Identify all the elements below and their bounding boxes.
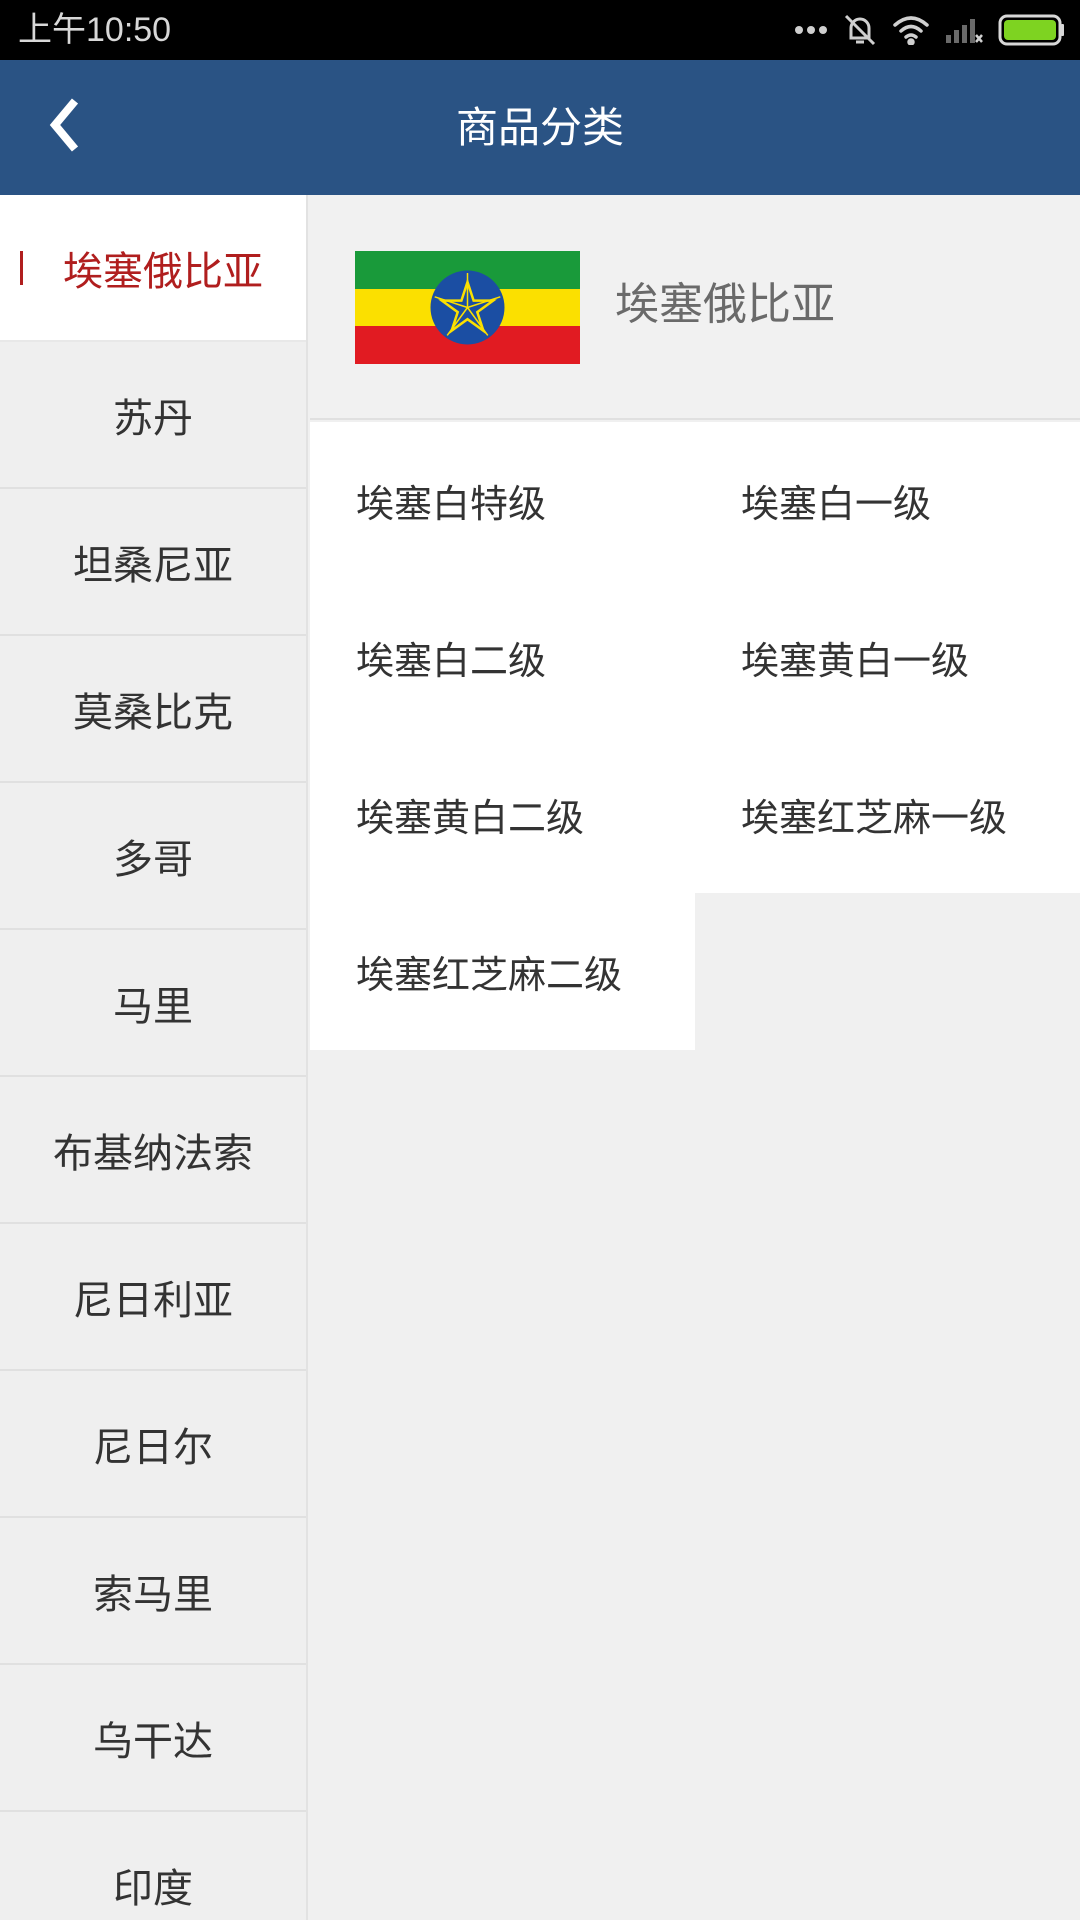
back-button[interactable] bbox=[30, 92, 100, 162]
grade-item[interactable]: 埃塞白一级 bbox=[695, 422, 1080, 579]
sidebar-item-sudan[interactable]: 苏丹 bbox=[0, 342, 306, 489]
empty-cell bbox=[695, 893, 1080, 1050]
grade-item[interactable]: 埃塞红芝麻二级 bbox=[310, 893, 695, 1050]
sidebar-item-label: 印度 bbox=[113, 1865, 193, 1912]
grade-row: 埃塞白二级 埃塞黄白一级 bbox=[310, 579, 1080, 736]
more-dots-icon bbox=[794, 25, 828, 35]
wifi-icon bbox=[892, 15, 930, 45]
status-icons bbox=[794, 10, 1066, 50]
sidebar-item-label: 马里 bbox=[113, 983, 193, 1030]
category-content: 埃塞俄比亚 埃塞白特级 埃塞白一级 埃塞白二级 埃塞黄白一级 埃塞黄白二级 埃塞… bbox=[310, 195, 1080, 1920]
sidebar-item-label: 乌干达 bbox=[93, 1718, 213, 1765]
chevron-left-icon bbox=[45, 97, 85, 157]
sidebar-item-label: 多哥 bbox=[113, 836, 193, 883]
battery-icon bbox=[998, 14, 1066, 46]
status-time: 上午10:50 bbox=[18, 11, 172, 49]
sidebar-item-ethiopia[interactable]: 埃塞俄比亚 bbox=[0, 195, 306, 342]
grade-grid: 埃塞白特级 埃塞白一级 埃塞白二级 埃塞黄白一级 埃塞黄白二级 埃塞红芝麻一级 … bbox=[310, 422, 1080, 1050]
sidebar-item-togo[interactable]: 多哥 bbox=[0, 783, 306, 930]
country-header: 埃塞俄比亚 bbox=[310, 195, 1080, 420]
notifications-off-icon bbox=[842, 12, 878, 48]
grade-item[interactable]: 埃塞白二级 bbox=[310, 579, 695, 736]
country-sidebar: 埃塞俄比亚 苏丹 坦桑尼亚 莫桑比克 多哥 马里 布基纳法索 尼日利亚 尼日尔 … bbox=[0, 195, 308, 1920]
grade-row: 埃塞红芝麻二级 bbox=[310, 893, 1080, 1050]
active-indicator bbox=[20, 251, 23, 285]
sidebar-item-niger[interactable]: 尼日尔 bbox=[0, 1371, 306, 1518]
sidebar-item-india[interactable]: 印度 bbox=[0, 1812, 306, 1920]
sidebar-item-label: 布基纳法索 bbox=[53, 1130, 253, 1177]
sidebar-item-mozambique[interactable]: 莫桑比克 bbox=[0, 636, 306, 783]
sidebar-item-mali[interactable]: 马里 bbox=[0, 930, 306, 1077]
sidebar-item-nigeria[interactable]: 尼日利亚 bbox=[0, 1224, 306, 1371]
grade-item[interactable]: 埃塞黄白二级 bbox=[310, 736, 695, 893]
ethiopia-flag-icon bbox=[355, 251, 580, 364]
page-title: 商品分类 bbox=[455, 103, 624, 152]
signal-icon bbox=[944, 15, 984, 45]
status-bar: 上午10:50 bbox=[0, 0, 1080, 60]
grade-item[interactable]: 埃塞红芝麻一级 bbox=[695, 736, 1080, 893]
sidebar-item-label: 索马里 bbox=[93, 1571, 213, 1618]
country-name: 埃塞俄比亚 bbox=[615, 279, 835, 330]
app-header: 商品分类 bbox=[0, 60, 1080, 195]
grade-item[interactable]: 埃塞白特级 bbox=[310, 422, 695, 579]
grade-item[interactable]: 埃塞黄白一级 bbox=[695, 579, 1080, 736]
sidebar-item-label: 坦桑尼亚 bbox=[73, 542, 233, 589]
sidebar-item-tanzania[interactable]: 坦桑尼亚 bbox=[0, 489, 306, 636]
sidebar-item-label: 尼日利亚 bbox=[73, 1277, 233, 1324]
sidebar-item-somalia[interactable]: 索马里 bbox=[0, 1518, 306, 1665]
sidebar-item-uganda[interactable]: 乌干达 bbox=[0, 1665, 306, 1812]
grade-row: 埃塞白特级 埃塞白一级 bbox=[310, 422, 1080, 579]
grade-row: 埃塞黄白二级 埃塞红芝麻一级 bbox=[310, 736, 1080, 893]
sidebar-item-burkina-faso[interactable]: 布基纳法索 bbox=[0, 1077, 306, 1224]
sidebar-item-label: 莫桑比克 bbox=[73, 689, 233, 736]
sidebar-item-label: 苏丹 bbox=[113, 395, 193, 442]
sidebar-item-label: 埃塞俄比亚 bbox=[63, 248, 263, 295]
sidebar-item-label: 尼日尔 bbox=[93, 1424, 213, 1471]
